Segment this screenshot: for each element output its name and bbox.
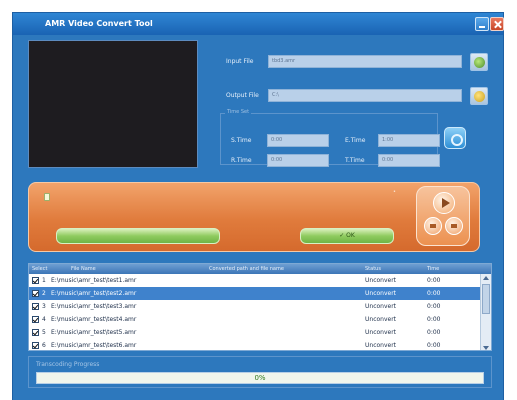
e-time-label: E.Time bbox=[345, 137, 366, 144]
e-time-field[interactable]: 1:00 bbox=[378, 134, 440, 147]
open-folder-icon bbox=[474, 57, 485, 68]
play-icon[interactable] bbox=[433, 192, 455, 214]
table-row[interactable]: 1 E:\music\amr_test\test1.amr Unconvert … bbox=[29, 274, 481, 287]
video-preview bbox=[28, 40, 198, 168]
browse-folder-icon bbox=[474, 91, 485, 102]
playback-controls bbox=[416, 186, 470, 246]
row-status: Unconvert bbox=[365, 277, 397, 284]
file-icon bbox=[44, 193, 50, 201]
list-header: Select File Name Converted path and file… bbox=[29, 264, 491, 274]
table-row[interactable]: 3 E:\music\amr_test\test3.amr Unconvert … bbox=[29, 300, 481, 313]
input-file-label: Input File bbox=[226, 58, 254, 65]
row-time: 0:00 bbox=[427, 303, 441, 310]
input-file-field[interactable]: tbd3.amr bbox=[268, 55, 462, 68]
row-checkbox[interactable] bbox=[32, 290, 39, 297]
row-checkbox[interactable] bbox=[32, 303, 39, 310]
close-button[interactable] bbox=[490, 17, 504, 31]
col-status[interactable]: Status bbox=[365, 266, 381, 272]
panel-marker: • bbox=[393, 189, 396, 195]
row-time: 0:00 bbox=[427, 290, 441, 297]
row-time: 0:00 bbox=[427, 277, 441, 284]
row-checkbox[interactable] bbox=[32, 329, 39, 336]
row-time: 0:00 bbox=[427, 342, 441, 349]
row-number: 1 bbox=[42, 277, 46, 284]
s-time-label: S.Time bbox=[231, 137, 252, 144]
row-number: 3 bbox=[42, 303, 46, 310]
table-row[interactable]: 6 E:\music\amr_test\test6.amr Unconvert … bbox=[29, 339, 481, 350]
progress-title: Transcoding Progress bbox=[36, 361, 100, 368]
row-number: 6 bbox=[42, 342, 46, 349]
row-number: 2 bbox=[42, 290, 46, 297]
t-time-field[interactable]: 0:00 bbox=[378, 154, 440, 167]
scroll-up-icon[interactable] bbox=[483, 276, 489, 280]
row-file: E:\music\amr_test\test5.amr bbox=[51, 329, 137, 336]
row-checkbox[interactable] bbox=[32, 316, 39, 323]
row-number: 4 bbox=[42, 316, 46, 323]
col-select[interactable]: Select bbox=[32, 266, 47, 272]
format-select-bar[interactable] bbox=[56, 228, 220, 244]
row-status: Unconvert bbox=[365, 303, 397, 310]
col-file-name[interactable]: File Name bbox=[71, 266, 96, 272]
table-row[interactable]: 2 E:\music\amr_test\test2.amr Unconvert … bbox=[29, 287, 481, 300]
scroll-thumb[interactable] bbox=[482, 284, 490, 314]
open-input-button[interactable] bbox=[470, 53, 488, 71]
row-status: Unconvert bbox=[365, 316, 397, 323]
output-file-label: Output File bbox=[226, 92, 259, 99]
window-title: AMR Video Convert Tool bbox=[45, 19, 153, 28]
t-time-label: T.Time bbox=[345, 157, 365, 164]
row-time: 0:00 bbox=[427, 316, 441, 323]
r-time-field[interactable]: 0:00 bbox=[267, 154, 329, 167]
table-row[interactable]: 4 E:\music\amr_test\test4.amr Unconvert … bbox=[29, 313, 481, 326]
apply-time-button[interactable] bbox=[444, 127, 466, 149]
row-status: Unconvert bbox=[365, 342, 397, 349]
progress-bar: 0% bbox=[36, 372, 484, 384]
col-time[interactable]: Time bbox=[427, 266, 439, 272]
ok-button[interactable]: ✓ OK bbox=[300, 228, 394, 244]
r-time-label: R.Time bbox=[231, 157, 252, 164]
minimize-button[interactable] bbox=[475, 17, 489, 31]
browse-output-button[interactable] bbox=[470, 87, 488, 105]
scroll-down-icon[interactable] bbox=[483, 346, 489, 350]
row-file: E:\music\amr_test\test3.amr bbox=[51, 303, 137, 310]
row-status: Unconvert bbox=[365, 290, 397, 297]
row-file: E:\music\amr_test\test2.amr bbox=[51, 290, 137, 297]
file-list: Select File Name Converted path and file… bbox=[28, 263, 492, 351]
row-time: 0:00 bbox=[427, 329, 441, 336]
title-bar[interactable]: AMR Video Convert Tool bbox=[13, 13, 504, 35]
row-number: 5 bbox=[42, 329, 46, 336]
row-status: Unconvert bbox=[365, 329, 397, 336]
stop-icon[interactable] bbox=[424, 217, 442, 235]
time-set-title: Time Set bbox=[225, 109, 252, 115]
row-file: E:\music\amr_test\test1.amr bbox=[51, 277, 137, 284]
row-checkbox[interactable] bbox=[32, 342, 39, 349]
ok-label: OK bbox=[346, 232, 355, 239]
row-file: E:\music\amr_test\test6.amr bbox=[51, 342, 137, 349]
col-converted-path[interactable]: Converted path and file name bbox=[209, 266, 284, 272]
table-row[interactable]: 5 E:\music\amr_test\test5.amr Unconvert … bbox=[29, 326, 481, 339]
list-scrollbar[interactable] bbox=[480, 274, 491, 350]
row-file: E:\music\amr_test\test4.amr bbox=[51, 316, 137, 323]
row-checkbox[interactable] bbox=[32, 277, 39, 284]
s-time-field[interactable]: 0:00 bbox=[267, 134, 329, 147]
output-file-field[interactable]: C:\ bbox=[268, 89, 462, 102]
pause-icon[interactable] bbox=[445, 217, 463, 235]
progress-value: 0% bbox=[254, 374, 266, 382]
